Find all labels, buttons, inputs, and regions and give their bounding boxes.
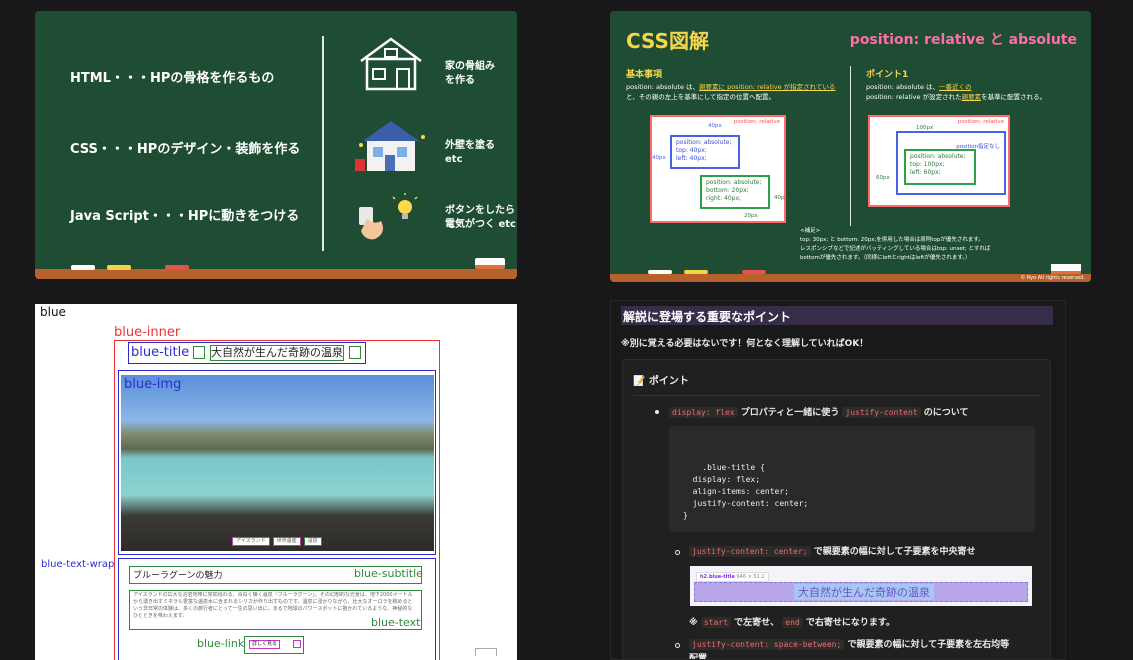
notion-explainer-card[interactable]: 解説に登場する重要なポイント ※別に覚える必要はないです！何となく理解していれば…	[610, 300, 1066, 660]
blue-subtitle-label: blue-subtitle	[354, 567, 423, 580]
tag-heritage[interactable]: 世界遺産	[272, 537, 301, 546]
blue-link-label: blue-link	[197, 637, 245, 650]
blue-text-wrap-label: blue-text-wrap	[41, 559, 115, 570]
css-code-block[interactable]: .blue-title { display: flex; align-items…	[669, 426, 1035, 532]
blue-lagoon-photo	[121, 375, 434, 551]
devtools-demo: h2.blue-title 946 × 51.2 大自然が生んだ奇跡の温泉	[690, 566, 1032, 606]
demo-title-text: 大自然が生んだ奇跡の温泉	[794, 584, 934, 600]
chalkboard-html-css-js-card[interactable]: HTML・・・HPの骨格を作るもの CSS・・・HPのデザイン・装飾を作る Ja…	[35, 11, 517, 279]
sub-bullet-2-text: justify-content: space-between; で親要素の幅に対…	[689, 637, 1009, 650]
code-display-flex: display: flex	[669, 407, 738, 418]
right-heading: ポイント1	[866, 70, 909, 80]
chalk-ledge-2	[610, 274, 1091, 282]
eraser	[475, 258, 505, 269]
tag-list: アイスランド 世界遺産 温泉	[232, 537, 322, 546]
eraser-2	[1051, 264, 1081, 274]
callout-title: 📝 ポイント	[633, 376, 689, 387]
js-row: Java Script・・・HPに動きをつける	[70, 209, 300, 224]
tag-iceland[interactable]: アイスランド	[232, 537, 270, 546]
diagram-title: CSS図解	[626, 29, 709, 53]
absolute-box-top-left: position: absolute; top: 40px; left: 40p…	[670, 135, 740, 169]
sub-bullet-2	[675, 643, 680, 648]
css-row: CSS・・・HPのデザイン・装飾を作る	[70, 142, 301, 157]
sub-bullet-1	[675, 550, 680, 555]
red-chalk-2	[742, 270, 766, 274]
right-explanation: position: absolute は、一番近くの position: rel…	[866, 83, 1047, 101]
yellow-chalk	[107, 265, 131, 270]
start-end-note: ※ start で左寄せ、 end で右寄せになります。	[689, 617, 895, 628]
link-arrow-box	[293, 640, 301, 648]
left-explanation: position: absolute は、親要素に position: rela…	[626, 83, 836, 101]
yellow-chalk-2	[684, 270, 708, 274]
tag-onsen[interactable]: 温泉	[303, 537, 322, 546]
dim-40px-left: 40px	[652, 155, 666, 161]
dim-100px: 100px	[916, 125, 934, 131]
chalk-ledge	[35, 269, 517, 279]
dim-40px-right: 40px	[774, 195, 788, 201]
white-chalk	[71, 265, 95, 270]
left-heading: 基本事項	[626, 70, 663, 80]
chalk-divider	[322, 36, 324, 251]
callout-divider	[633, 395, 1041, 396]
blue-text-label: blue-text	[371, 616, 421, 629]
scroll-hint	[475, 648, 497, 656]
note-skeleton: 家の骨組み を作る	[445, 61, 495, 86]
diagram-subtitle: position: relative と absolute	[849, 32, 1077, 48]
blue-title-text: 大自然が生んだ奇跡の温泉	[210, 345, 344, 361]
dim-40px-top: 40px	[708, 123, 722, 129]
sub-bullet-1-text: justify-content: center; で親要素の幅に対して子要素を中…	[689, 544, 975, 557]
section-header: 解説に登場する重要なポイント	[621, 306, 1053, 325]
layout-wireframe-card[interactable]: blue blue-inner blue-title 大自然が生んだ奇跡の温泉 …	[35, 304, 517, 660]
blue-img-label: blue-img	[124, 377, 182, 392]
subtitle-text: ブルーラグーンの魅力	[133, 571, 223, 581]
painted-house-icon	[355, 121, 425, 171]
absolute-box-nested: position: absolute; top: 100px; left: 60…	[904, 149, 976, 185]
note-paint: 外壁を塗る etc	[445, 140, 495, 165]
bullet-1-text: display: flex プロパティと一緒に使う justify-conten…	[669, 405, 969, 418]
supplement-note: <補足> top: 30px; と bottom: 20px;を併用した場合は原…	[800, 228, 991, 261]
bullet-1	[655, 410, 659, 414]
relative-label-2: position: relative	[957, 119, 1004, 125]
dim-60px: 60px	[876, 175, 890, 181]
intro-text: ※別に覚える必要はないです！何となく理解していればOK！	[621, 339, 869, 349]
diagram-divider	[850, 66, 851, 226]
title-left-pseudo	[193, 346, 205, 359]
blue-label: blue	[40, 305, 66, 319]
switch-and-bulb-icon	[359, 193, 418, 240]
relative-grandparent-box: position: relative position指定なし position…	[868, 115, 1010, 207]
title-right-pseudo	[349, 346, 361, 359]
html-row: HTML・・・HPの骨格を作るもの	[70, 71, 275, 86]
house-outline-icon	[360, 37, 422, 91]
link-button[interactable]: 詳しく見る	[249, 640, 281, 649]
copyright: © Ryo All rights reserved.	[1020, 275, 1085, 281]
white-chalk-2	[648, 270, 672, 274]
absolute-box-bottom-right: position: absolute; bottom: 20px; right:…	[700, 175, 770, 209]
relative-label: position: relative	[733, 119, 780, 125]
red-chalk	[165, 265, 189, 270]
relative-parent-box: position: relative position: absolute; t…	[650, 115, 788, 223]
sub-bullet-2-cont: 配置	[689, 654, 708, 660]
css-position-diagram-card[interactable]: CSS図解 position: relative と absolute 基本事項…	[610, 11, 1091, 282]
dim-20px-bottom: 20px	[744, 213, 758, 219]
code-content: .blue-title { display: flex; align-items…	[683, 463, 809, 520]
note-button: ボタンをしたら 電気がつく etc	[445, 205, 516, 230]
blue-title-label: blue-title	[131, 345, 190, 360]
devtools-tooltip: h2.blue-title 946 × 51.2	[696, 572, 769, 582]
code-justify-content: justify-content	[842, 407, 921, 418]
blue-inner-label: blue-inner	[114, 325, 181, 340]
